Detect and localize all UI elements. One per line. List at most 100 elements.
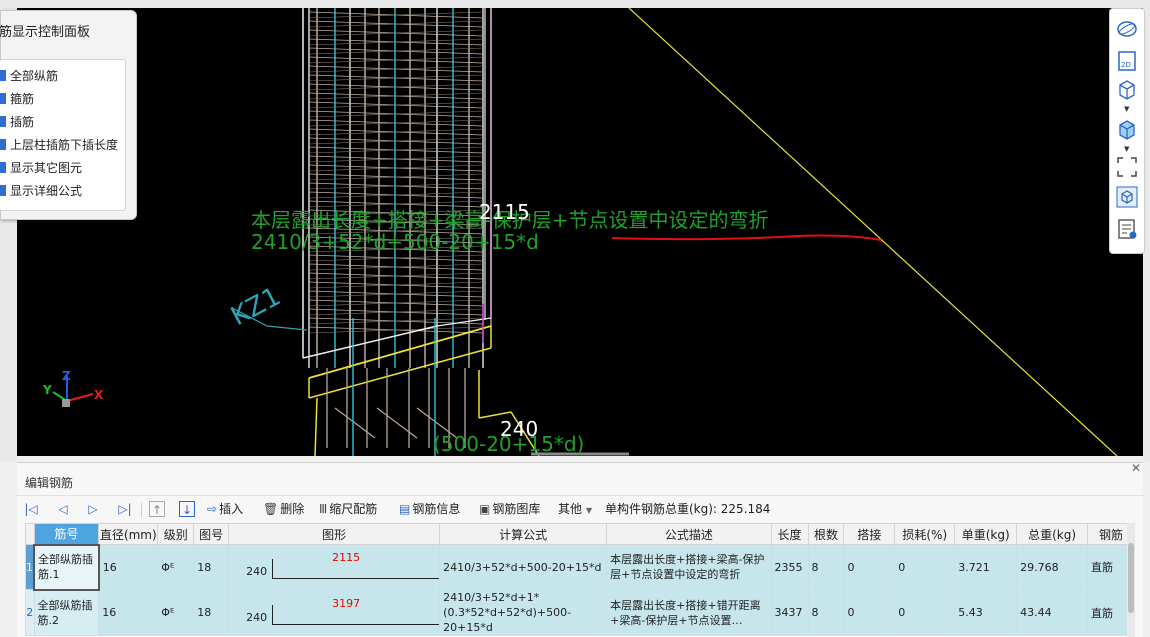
kz1-label: KZ1 xyxy=(226,282,285,333)
shape-cell[interactable]: 240 3197 xyxy=(228,589,441,636)
rebar-library-button[interactable]: ▣ 钢筋图库 xyxy=(479,500,540,518)
label-2115: 2115 xyxy=(479,200,530,224)
view-3d-box-icon[interactable] xyxy=(1115,77,1139,101)
unit-weight-cell[interactable]: 5.43 xyxy=(954,589,1018,636)
loss-cell[interactable]: 0 xyxy=(894,589,956,636)
prev-record-icon[interactable]: ◁ xyxy=(55,501,71,517)
loss-cell[interactable]: 0 xyxy=(894,544,956,590)
shape-left-length: 240 xyxy=(246,565,268,578)
grade-cell[interactable]: Φᴱ xyxy=(157,544,195,590)
shape-drawing: 240 2115 xyxy=(232,547,439,587)
col-header-count[interactable]: 根数 xyxy=(807,523,845,545)
view-3d-dropdown-icon[interactable]: ▼ xyxy=(1124,106,1132,113)
view-toolbar: 2D ▼ ▼ xyxy=(1109,8,1145,254)
axis-x-label: X xyxy=(94,388,104,402)
col-header-fig-no[interactable]: 图号 xyxy=(193,523,230,545)
desc-cell[interactable]: 本层露出长度+搭接+梁高-保护层+节点设置中设定的弯折 xyxy=(606,544,772,590)
rebar-list-icon[interactable] xyxy=(1115,217,1139,241)
bar-name-cell[interactable]: 全部纵筋插筋.1 xyxy=(33,543,100,591)
grade-cell[interactable]: Φᴱ xyxy=(157,589,195,636)
count-cell[interactable]: 8 xyxy=(807,589,845,636)
insert-button[interactable]: ⇨ 插入 xyxy=(207,500,243,518)
option-all-longitudinal[interactable]: 全部纵筋 xyxy=(0,66,58,86)
solid-box-icon[interactable] xyxy=(1115,117,1139,141)
length-cell[interactable]: 3437 xyxy=(770,589,809,636)
edit-toolbar: |◁ ◁ ▷ ▷| ↑ ↓ ⇨ 插入 🗑 删除 Ⅲ 缩尺配筋 ▤ 钢筋信息 ▣ 钢筋图库 … xyxy=(17,495,1143,521)
col-header-bar-no[interactable]: 筋号 xyxy=(33,523,100,545)
checkbox-icon[interactable] xyxy=(0,139,6,150)
length-cell[interactable]: 2355 xyxy=(770,544,809,590)
app-window: KZ1 本层露出长度+搭接+梁高-保护层+节点设置中设定的弯折 2410/3+5… xyxy=(0,0,1150,637)
diameter-cell[interactable]: 16 xyxy=(98,544,159,590)
fit-view-icon[interactable] xyxy=(1115,155,1139,179)
table-row[interactable]: 1 全部纵筋插筋.1 16 Φᴱ 18 240 2115 2410/3+52*d… xyxy=(25,543,1135,591)
last-record-icon[interactable]: ▷| xyxy=(117,501,133,517)
total-weight-cell[interactable]: 29.768 xyxy=(1016,544,1089,590)
element-view-icon[interactable] xyxy=(1115,185,1139,209)
other-menu-button[interactable]: 其他 ▼ xyxy=(558,500,594,518)
shape-left-length: 240 xyxy=(246,610,268,624)
fig-no-cell[interactable]: 18 xyxy=(193,544,230,590)
insert-icon: ⇨ xyxy=(207,502,218,516)
total-weight-cell[interactable]: 43.44 xyxy=(1016,589,1089,636)
option-dowel[interactable]: 插筋 xyxy=(0,112,34,132)
col-header-length[interactable]: 长度 xyxy=(770,523,809,545)
lap-cell[interactable]: 0 xyxy=(843,589,896,636)
scrollbar-thumb[interactable] xyxy=(1128,543,1134,613)
rebar-3d-scene: KZ1 本层露出长度+搭接+梁高-保护层+节点设置中设定的弯折 2410/3+5… xyxy=(42,8,1118,456)
shape-drawing: 240 3197 xyxy=(232,593,439,633)
option-upper-column-dowel[interactable]: 上层柱插筋下插长度 xyxy=(0,135,118,155)
first-record-icon[interactable]: |◁ xyxy=(23,501,39,517)
checkbox-icon[interactable] xyxy=(0,70,6,81)
bar-name-cell[interactable]: 全部纵筋插筋.2 xyxy=(33,589,100,636)
option-show-other-elements[interactable]: 显示其它图元 xyxy=(0,158,82,178)
unit-weight-cell[interactable]: 3.721 xyxy=(954,544,1018,590)
desc-cell[interactable]: 本层露出长度+搭接+错开距离+梁高-保护层+节点设置… xyxy=(606,589,772,636)
shape-cell[interactable]: 240 2115 xyxy=(228,544,441,590)
row-number[interactable]: 2 xyxy=(25,589,35,636)
fig-no-cell[interactable]: 18 xyxy=(193,589,230,636)
checkbox-icon[interactable] xyxy=(0,162,6,173)
next-record-icon[interactable]: ▷ xyxy=(85,501,101,517)
checkbox-icon[interactable] xyxy=(0,93,6,104)
diameter-cell[interactable]: 16 xyxy=(98,589,159,636)
toolbar-separator xyxy=(141,503,142,517)
option-show-detailed-formula[interactable]: 显示详细公式 xyxy=(0,181,82,201)
axis-z-label: Z xyxy=(62,369,71,383)
col-header-unit-weight[interactable]: 单重(kg) xyxy=(954,523,1018,545)
col-header-lap[interactable]: 搭接 xyxy=(843,523,896,545)
close-icon[interactable]: ✕ xyxy=(1131,461,1141,475)
table-row[interactable]: 2 全部纵筋插筋.2 16 Φᴱ 18 240 3197 2410/3+52*d… xyxy=(25,589,1135,636)
formula-cell[interactable]: 2410/3+52*d+500-20+15*d xyxy=(439,544,608,590)
move-up-icon[interactable]: ↑ xyxy=(149,501,165,517)
col-header-loss[interactable]: 损耗(%) xyxy=(894,523,956,545)
count-cell[interactable]: 8 xyxy=(807,544,845,590)
col-header-diameter[interactable]: 直径(mm) xyxy=(98,523,159,545)
move-down-icon[interactable]: ↓ xyxy=(179,501,195,517)
scale-rebar-button[interactable]: Ⅲ 缩尺配筋 xyxy=(319,500,377,518)
row-number[interactable]: 1 xyxy=(25,544,35,590)
col-header-shape[interactable]: 图形 xyxy=(228,523,441,545)
checkbox-icon[interactable] xyxy=(0,185,6,196)
rebar-grid: 筋号 直径(mm) 级别 图号 图形 计算公式 公式描述 长度 根数 搭接 损耗… xyxy=(25,523,1135,636)
delete-button[interactable]: 🗑 删除 xyxy=(263,500,304,518)
checkbox-icon[interactable] xyxy=(0,116,6,127)
col-header-desc[interactable]: 公式描述 xyxy=(606,523,772,545)
col-header-grade[interactable]: 级别 xyxy=(157,523,195,545)
col-header-total-weight[interactable]: 总重(kg) xyxy=(1016,523,1089,545)
lap-cell[interactable]: 0 xyxy=(843,544,896,590)
formula-cell[interactable]: 2410/3+52*d+1*(0.3*52*d+52*d)+500-20+15*… xyxy=(439,589,608,636)
edit-panel-title: 编辑钢筋 xyxy=(25,476,74,490)
col-header-rowno xyxy=(25,523,35,545)
table-scrollbar[interactable] xyxy=(1127,523,1135,637)
rebar-info-button[interactable]: ▤ 钢筋信息 xyxy=(399,500,460,518)
col-header-formula[interactable]: 计算公式 xyxy=(439,523,608,545)
orbit-icon[interactable] xyxy=(1115,17,1139,41)
3d-viewport[interactable]: KZ1 本层露出长度+搭接+梁高-保护层+节点设置中设定的弯折 2410/3+5… xyxy=(17,8,1143,456)
solid-box-dropdown-icon[interactable]: ▼ xyxy=(1124,146,1132,153)
option-stirrup[interactable]: 箍筋 xyxy=(0,89,34,109)
rebar-table: 筋号 直径(mm) 级别 图号 图形 计算公式 公式描述 长度 根数 搭接 损耗… xyxy=(25,523,1135,637)
rebar-display-control-panel: 筋显示控制面板 全部纵筋 箍筋 插筋 上层柱插筋下插长度 显示其它图元 显示详细… xyxy=(0,10,137,220)
library-icon: ▣ xyxy=(479,502,491,516)
view-2d-icon[interactable]: 2D xyxy=(1115,49,1139,73)
